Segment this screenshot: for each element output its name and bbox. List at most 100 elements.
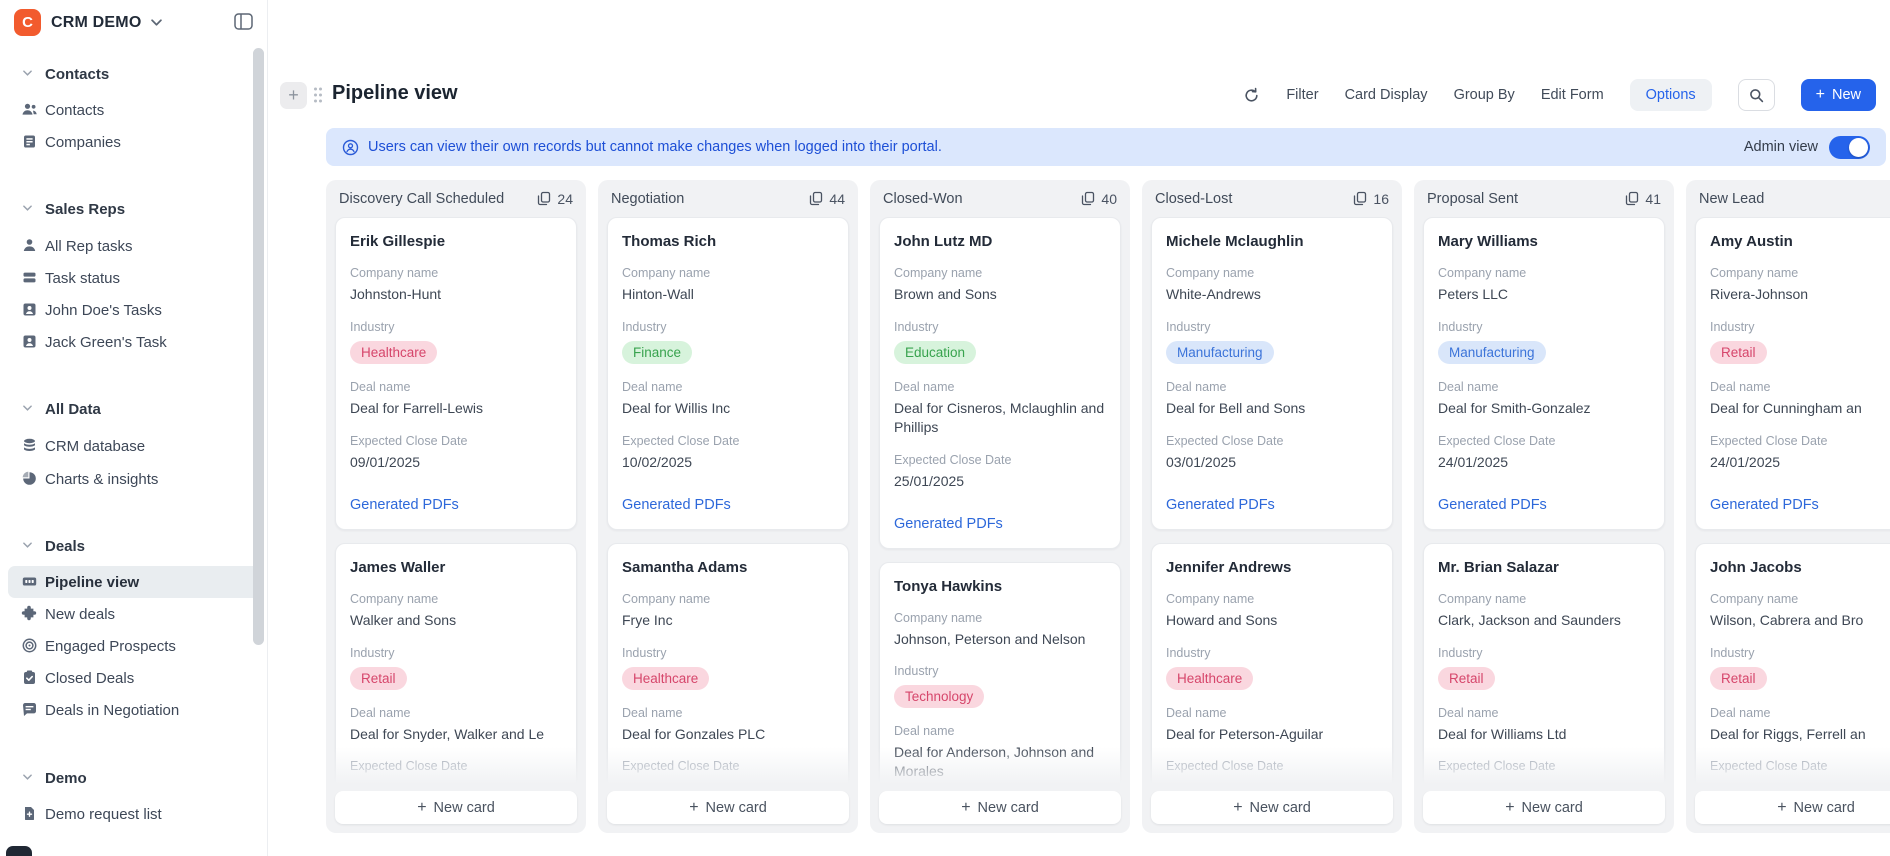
search-button[interactable]: [1737, 79, 1775, 111]
deal-card[interactable]: Tonya Hawkins Company name Johnson, Pete…: [879, 561, 1121, 791]
generated-pdfs-link[interactable]: Generated PDFs: [350, 497, 562, 513]
field-label: Deal name: [894, 724, 955, 739]
group-by-button[interactable]: Group By: [1454, 87, 1515, 103]
column-new-lead: New Lead Amy Austin Company name Rivera-…: [1686, 180, 1890, 833]
sidebar-item-jack-greens-task[interactable]: Jack Green's Task: [0, 326, 268, 358]
deal-card[interactable]: Mary Williams Company name Peters LLC In…: [1423, 217, 1665, 530]
column-title: Closed-Lost: [1155, 190, 1233, 207]
filter-button[interactable]: Filter: [1286, 87, 1318, 103]
workspace-logo: C: [14, 9, 41, 36]
new-card-button[interactable]: + New card: [1695, 791, 1890, 824]
banner-text: Users can view their own records but can…: [368, 139, 942, 155]
generated-pdfs-link[interactable]: Generated PDFs: [1438, 497, 1650, 513]
deal-card[interactable]: Erik Gillespie Company name Johnston-Hun…: [335, 217, 577, 530]
document-plus-icon: [21, 805, 38, 822]
sidebar-item-new-deals[interactable]: New deals: [0, 598, 268, 630]
workspace-switcher[interactable]: C CRM DEMO: [14, 9, 163, 36]
deal-card[interactable]: Thomas Rich Company name Hinton-Wall Ind…: [607, 217, 849, 530]
new-card-button[interactable]: + New card: [879, 791, 1121, 824]
new-card-button[interactable]: + New card: [1151, 791, 1393, 824]
field-label: Industry: [350, 645, 395, 660]
deal-card[interactable]: John Lutz MD Company name Brown and Sons…: [879, 217, 1121, 549]
generated-pdfs-link[interactable]: Generated PDFs: [1166, 497, 1378, 513]
refresh-icon[interactable]: [1243, 87, 1260, 104]
sidebar-section-contacts[interactable]: Contacts: [0, 59, 268, 89]
generated-pdfs-link[interactable]: Generated PDFs: [622, 497, 834, 513]
column-cards: Erik Gillespie Company name Johnston-Hun…: [326, 217, 586, 791]
drag-handle-icon[interactable]: [312, 85, 324, 105]
sidebar-section-demo[interactable]: Demo: [0, 763, 268, 793]
company-value: Brown and Sons: [894, 286, 997, 302]
sidebar-item-engaged-prospects[interactable]: Engaged Prospects: [0, 630, 268, 662]
card-display-button[interactable]: Card Display: [1345, 87, 1428, 103]
field-label: Deal name: [622, 379, 683, 394]
field-label: Deal name: [894, 379, 955, 394]
field-label: Industry: [622, 319, 667, 334]
field-label: Company name: [1438, 591, 1527, 606]
field-label: Expected Close Date: [622, 433, 740, 448]
sidebar-item-pipeline-view[interactable]: Pipeline view: [8, 566, 260, 598]
edit-form-button[interactable]: Edit Form: [1541, 87, 1604, 103]
company-value: Wilson, Cabrera and Bro: [1710, 611, 1864, 628]
plus-icon: +: [288, 85, 299, 105]
status-bars-icon: [21, 269, 38, 286]
sidebar-section-all-data[interactable]: All Data: [0, 394, 268, 424]
generated-pdfs-link[interactable]: Generated PDFs: [894, 516, 1106, 532]
company-value: Howard and Sons: [1166, 611, 1278, 628]
deal-card[interactable]: Mr. Brian Salazar Company name Clark, Ja…: [1423, 542, 1665, 791]
collapse-sidebar-button[interactable]: [234, 13, 253, 30]
new-card-button[interactable]: + New card: [335, 791, 577, 824]
contact-name: Mary Williams: [1438, 233, 1538, 250]
contact-name: Tonya Hawkins: [894, 577, 1003, 595]
puzzle-icon: [21, 605, 38, 622]
deal-value: Deal for Farrell-Lewis: [350, 399, 484, 416]
deal-value: Deal for Peterson-Aguilar: [1166, 725, 1324, 742]
sidebar-item-task-status[interactable]: Task status: [0, 262, 268, 294]
main-content: + Pipeline view Filter Card Display Grou…: [268, 0, 1890, 856]
field-label: Deal name: [350, 705, 411, 720]
sidebar-item-demo-request-list[interactable]: Demo request list: [0, 798, 268, 830]
sidebar-item-all-rep-tasks[interactable]: All Rep tasks: [0, 230, 268, 262]
industry-badge: Finance: [622, 340, 693, 364]
admin-view-toggle[interactable]: [1829, 135, 1870, 159]
sidebar-item-charts-insights[interactable]: Charts & insights: [0, 463, 268, 495]
field-label: Expected Close Date: [1166, 433, 1284, 448]
new-card-button[interactable]: + New card: [607, 791, 849, 824]
deal-card[interactable]: John Jacobs Company name Wilson, Cabrera…: [1695, 542, 1890, 791]
field-label: Deal name: [1166, 379, 1227, 394]
column-cards: Amy Austin Company name Rivera-Johnson I…: [1686, 217, 1890, 791]
deal-card[interactable]: Jennifer Andrews Company name Howard and…: [1151, 542, 1393, 791]
sidebar-item-closed-deals[interactable]: Closed Deals: [0, 662, 268, 694]
deal-card[interactable]: Amy Austin Company name Rivera-Johnson I…: [1695, 217, 1890, 530]
deal-card[interactable]: Michele Mclaughlin Company name White-An…: [1151, 217, 1393, 530]
deal-card[interactable]: James Waller Company name Walker and Son…: [335, 542, 577, 791]
clipboard-check-icon: [21, 669, 38, 686]
deal-value: Deal for Cunningham an: [1710, 399, 1862, 416]
industry-badge: Technology: [894, 685, 985, 709]
options-button[interactable]: Options: [1629, 79, 1712, 111]
sidebar-item-companies[interactable]: Companies: [0, 126, 268, 158]
sidebar-scrollbar[interactable]: [253, 48, 264, 645]
workspace-name: CRM DEMO: [51, 13, 142, 31]
column-count: 41: [1645, 190, 1661, 207]
floating-widget-peek[interactable]: [6, 846, 32, 856]
new-card-button[interactable]: + New card: [1423, 791, 1665, 824]
deal-card[interactable]: Samantha Adams Company name Frye Inc Ind…: [607, 542, 849, 791]
sidebar-item-deals-in-negotiation[interactable]: Deals in Negotiation: [0, 694, 268, 726]
field-label: Company name: [1166, 266, 1255, 280]
close-date-value: 24/01/2025: [1438, 453, 1509, 470]
plus-icon: +: [1233, 798, 1243, 816]
generated-pdfs-link[interactable]: Generated PDFs: [1710, 497, 1890, 513]
sidebar-item-crm-database[interactable]: CRM database: [0, 430, 268, 462]
sidebar-item-john-does-tasks[interactable]: John Doe's Tasks: [0, 294, 268, 326]
person-icon: [21, 237, 38, 254]
sidebar-section-sales-reps[interactable]: Sales Reps: [0, 194, 268, 224]
field-label: Deal name: [1710, 379, 1771, 394]
add-view-button[interactable]: +: [280, 82, 307, 109]
sidebar: C CRM DEMO Contacts Contacts Companies S…: [0, 0, 268, 856]
kanban-icon: [21, 573, 38, 590]
sidebar-section-deals[interactable]: Deals: [0, 531, 268, 561]
sidebar-item-contacts[interactable]: Contacts: [0, 94, 268, 126]
deal-value: Deal for Riggs, Ferrell an: [1710, 725, 1866, 742]
new-record-button[interactable]: + New: [1800, 79, 1876, 111]
